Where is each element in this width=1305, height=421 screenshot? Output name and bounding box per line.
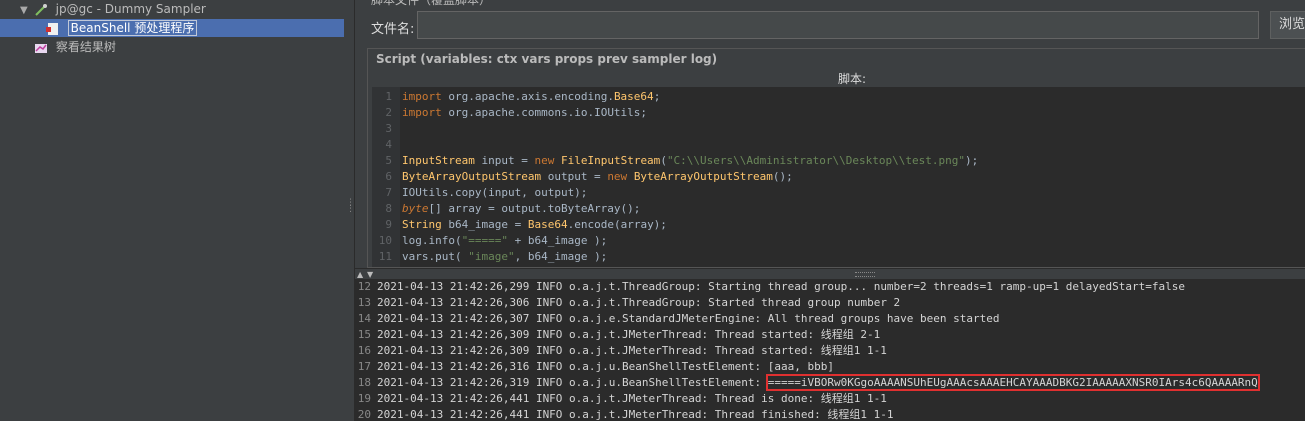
tree-item-label: 察看结果树 — [55, 40, 116, 54]
log-console[interactable]: 12 2021-04-13 21:42:26,299 INFO o.a.j.t.T… — [355, 279, 1305, 421]
collapse-up-icon[interactable]: ▲ — [357, 270, 363, 279]
script-file-section-label: 脚本文件（覆盖脚本） — [371, 0, 492, 7]
beanshell-icon — [45, 22, 58, 35]
browse-button[interactable]: 浏览 — [1270, 11, 1305, 39]
script-panel: Script (variables: ctx vars props prev s… — [367, 48, 1305, 268]
tree-item-label: jp@gc - Dummy Sampler — [55, 2, 206, 16]
tree-item-beanshell[interactable]: BeanShell 预处理程序 — [0, 19, 344, 37]
script-panel-title: Script (variables: ctx vars props prev s… — [376, 52, 718, 66]
splitter-grip-icon: ⋮ ⋮ — [346, 198, 355, 214]
test-plan-tree: ▼ jp@gc - Dummy Sampler BeanShell 预处理程序 … — [0, 0, 345, 421]
file-name-input[interactable] — [417, 11, 1259, 39]
splitter-grip-icon — [855, 272, 875, 277]
pipette-icon — [35, 3, 47, 16]
expand-arrow-icon[interactable]: ▼ — [20, 2, 30, 20]
base64-highlight: =====iVBORw0KGgoAAAANSUhEUgAAAcsAAAEHCAY… — [765, 374, 1260, 391]
vertical-splitter[interactable]: ⋮ ⋮ — [344, 0, 355, 421]
horizontal-splitter[interactable]: ▲ ▼ — [355, 268, 1305, 279]
tree-item-view-results[interactable]: 察看结果树 — [34, 38, 116, 56]
script-caption: 脚本: — [838, 72, 867, 86]
beanshell-config-panel: 脚本文件（覆盖脚本） 文件名: 浏览 Script (variables: ct… — [355, 0, 1305, 268]
collapse-down-icon[interactable]: ▼ — [367, 270, 373, 279]
tree-item-dummy-sampler[interactable]: ▼ jp@gc - Dummy Sampler — [20, 0, 206, 18]
file-name-label: 文件名: — [371, 22, 415, 37]
tree-item-label: BeanShell 预处理程序 — [67, 20, 198, 36]
listener-icon — [35, 43, 47, 53]
log-text: 2021-04-13 21:42:26,319 INFO o.a.j.u.Bea… — [377, 376, 768, 389]
script-editor[interactable]: 1 import org.apache.axis.encoding.Base64;… — [372, 87, 1305, 267]
